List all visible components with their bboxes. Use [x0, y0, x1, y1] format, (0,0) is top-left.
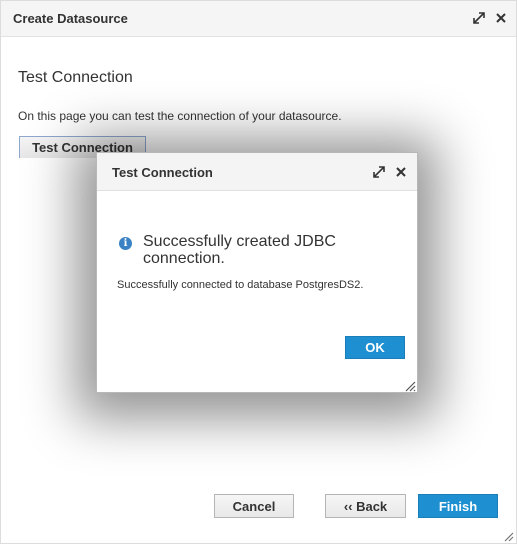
dialog-message: Successfully created JDBC connection.: [143, 233, 336, 267]
dialog-title: Test Connection: [112, 165, 213, 180]
cancel-button[interactable]: Cancel: [214, 494, 294, 518]
dialog-detail: Successfully connected to database Postg…: [117, 279, 364, 291]
window-title: Create Datasource: [13, 11, 128, 26]
expand-icon[interactable]: [472, 10, 486, 26]
resize-grip-icon[interactable]: [502, 529, 514, 542]
finish-button[interactable]: Finish: [418, 494, 498, 518]
close-icon[interactable]: [394, 164, 408, 180]
test-connection-dialog: Test Connection i Successfully created J…: [96, 152, 418, 393]
resize-grip-icon[interactable]: [404, 379, 416, 392]
close-icon[interactable]: [494, 10, 508, 26]
back-button[interactable]: ‹‹ Back: [325, 494, 406, 518]
page-heading: Test Connection: [18, 69, 133, 86]
dialog-titlebar: Test Connection: [97, 153, 417, 191]
window-title-icons: [472, 10, 508, 26]
page-description: On this page you can test the connection…: [18, 109, 342, 123]
info-icon: i: [119, 237, 132, 250]
expand-icon[interactable]: [372, 164, 386, 180]
ok-button[interactable]: OK: [345, 336, 405, 359]
dialog-title-icons: [372, 164, 408, 180]
window-titlebar: Create Datasource: [1, 1, 516, 37]
